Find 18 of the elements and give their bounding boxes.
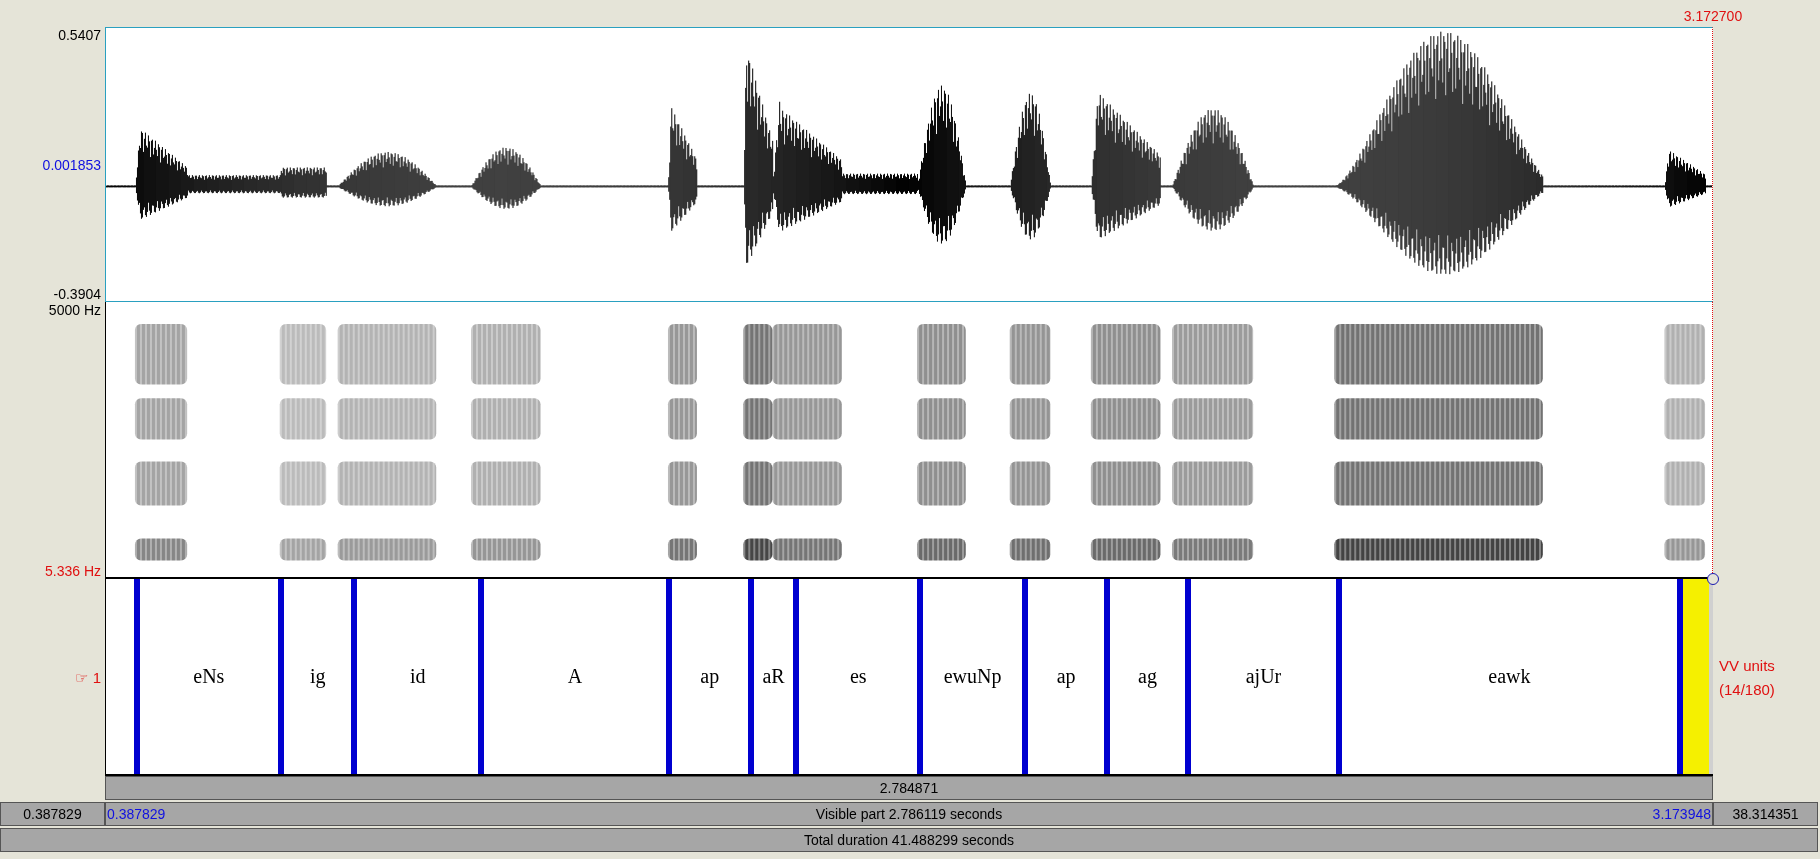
right-hidden-bar[interactable]: 38.314351 [1713, 802, 1818, 826]
frequency-min-label: 5.336 Hz [44, 563, 101, 579]
tier-name: VV units [1719, 655, 1776, 676]
visible-part-bar[interactable]: 0.387829 Visible part 2.786119 seconds 3.173948 [105, 802, 1713, 826]
amplitude-max-label: 0.5407 [58, 27, 101, 43]
visible-start-time: 0.387829 [107, 806, 166, 822]
cursor-time: 3.172700 [1683, 8, 1743, 26]
visible-part-label: Visible part 2.786119 seconds [815, 806, 1003, 822]
tier-number: ☞ 1 [75, 668, 101, 687]
tier-interval[interactable] [1676, 579, 1713, 774]
amplitude-zero-label: 0.001853 [42, 156, 101, 173]
tier-count: (14/180) [1719, 679, 1776, 700]
total-duration-bar[interactable]: Total duration 41.488299 seconds [0, 828, 1818, 852]
selection-duration-bar[interactable]: 2.784871 [105, 776, 1713, 800]
left-hidden-bar[interactable]: 0.387829 [0, 802, 105, 826]
amplitude-min-label: -0.3904 [53, 286, 101, 302]
frequency-max-label: 5000 Hz [48, 302, 101, 318]
visible-end-time: 3.173948 [1652, 806, 1711, 822]
